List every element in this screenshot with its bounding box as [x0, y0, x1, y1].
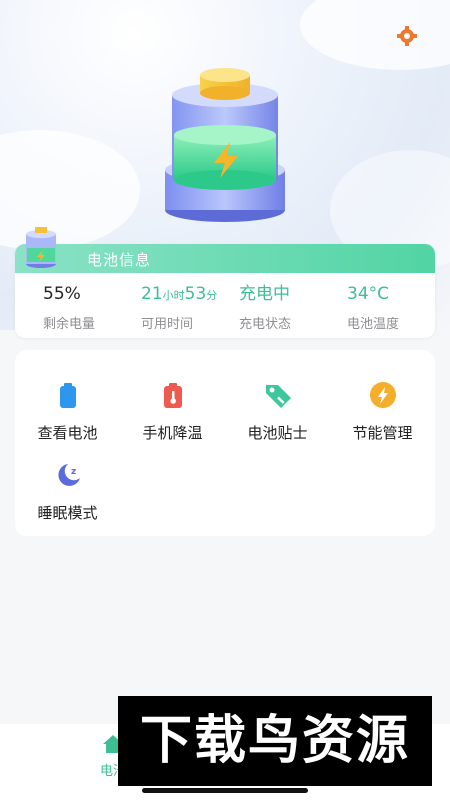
stat-value: 21小时53分 — [141, 282, 229, 306]
tag-icon — [265, 385, 291, 408]
thermometer-icon — [163, 383, 182, 408]
hours-unit: 小时 — [162, 289, 185, 302]
check-battery-button[interactable]: 查看电池 — [15, 380, 120, 443]
battery-info-title: 电池信息 — [87, 251, 152, 269]
sleep-mode-button[interactable]: z 睡眠模式 — [15, 460, 120, 523]
stat-label: 电池温度 — [347, 317, 400, 332]
battery-info-header: 电池信息 — [15, 244, 435, 273]
battery-stats: 55% 剩余电量 21小时53分 可用时间 充电中 充电状态 34°C 电池温度 — [15, 282, 435, 332]
phone-cooling-button[interactable]: 手机降温 — [120, 380, 225, 443]
stat-remaining-charge: 55% 剩余电量 — [15, 282, 131, 332]
hours-value: 21 — [141, 284, 163, 304]
mini-battery-icon — [26, 227, 56, 268]
home-indicator[interactable] — [142, 788, 308, 793]
settings-gear-icon[interactable] — [396, 26, 418, 46]
minutes-value: 53 — [184, 284, 207, 304]
lightning-icon — [369, 382, 396, 408]
function-label: 节能管理 — [352, 424, 413, 442]
battery-info-card: 电池信息 55% 剩余电量 21小时53分 可用时间 充电中 充电状态 34°C… — [15, 244, 435, 338]
function-label: 睡眠模式 — [37, 504, 98, 522]
stat-label: 充电状态 — [239, 317, 292, 332]
function-label: 手机降温 — [142, 424, 203, 442]
cloud-decoration — [300, 0, 450, 70]
battery-icon — [59, 383, 76, 408]
power-saving-button[interactable]: 节能管理 — [330, 380, 435, 443]
minutes-unit: 分 — [206, 289, 218, 302]
stat-value: 55% — [43, 284, 81, 304]
svg-text:z: z — [71, 467, 76, 477]
stat-charging-status: 充电中 充电状态 — [229, 282, 327, 332]
stat-label: 可用时间 — [141, 317, 194, 332]
function-label: 查看电池 — [37, 424, 98, 442]
stat-battery-temperature: 34°C 电池温度 — [327, 282, 435, 332]
moon-sleep-icon: z — [57, 464, 80, 486]
stat-label: 剩余电量 — [43, 317, 96, 332]
battery-tips-button[interactable]: 电池贴士 — [225, 380, 330, 443]
watermark-banner: 下载鸟资源 — [118, 696, 432, 786]
battery-illustration — [165, 68, 285, 222]
function-label: 电池贴士 — [247, 424, 308, 442]
stat-value: 充电中 — [239, 284, 290, 304]
function-grid: 查看电池 手机降温 电池贴士 节能管理 z 睡眠模式 — [15, 350, 435, 536]
stat-available-time: 21小时53分 可用时间 — [131, 282, 229, 332]
stat-value: 34°C — [347, 284, 390, 304]
